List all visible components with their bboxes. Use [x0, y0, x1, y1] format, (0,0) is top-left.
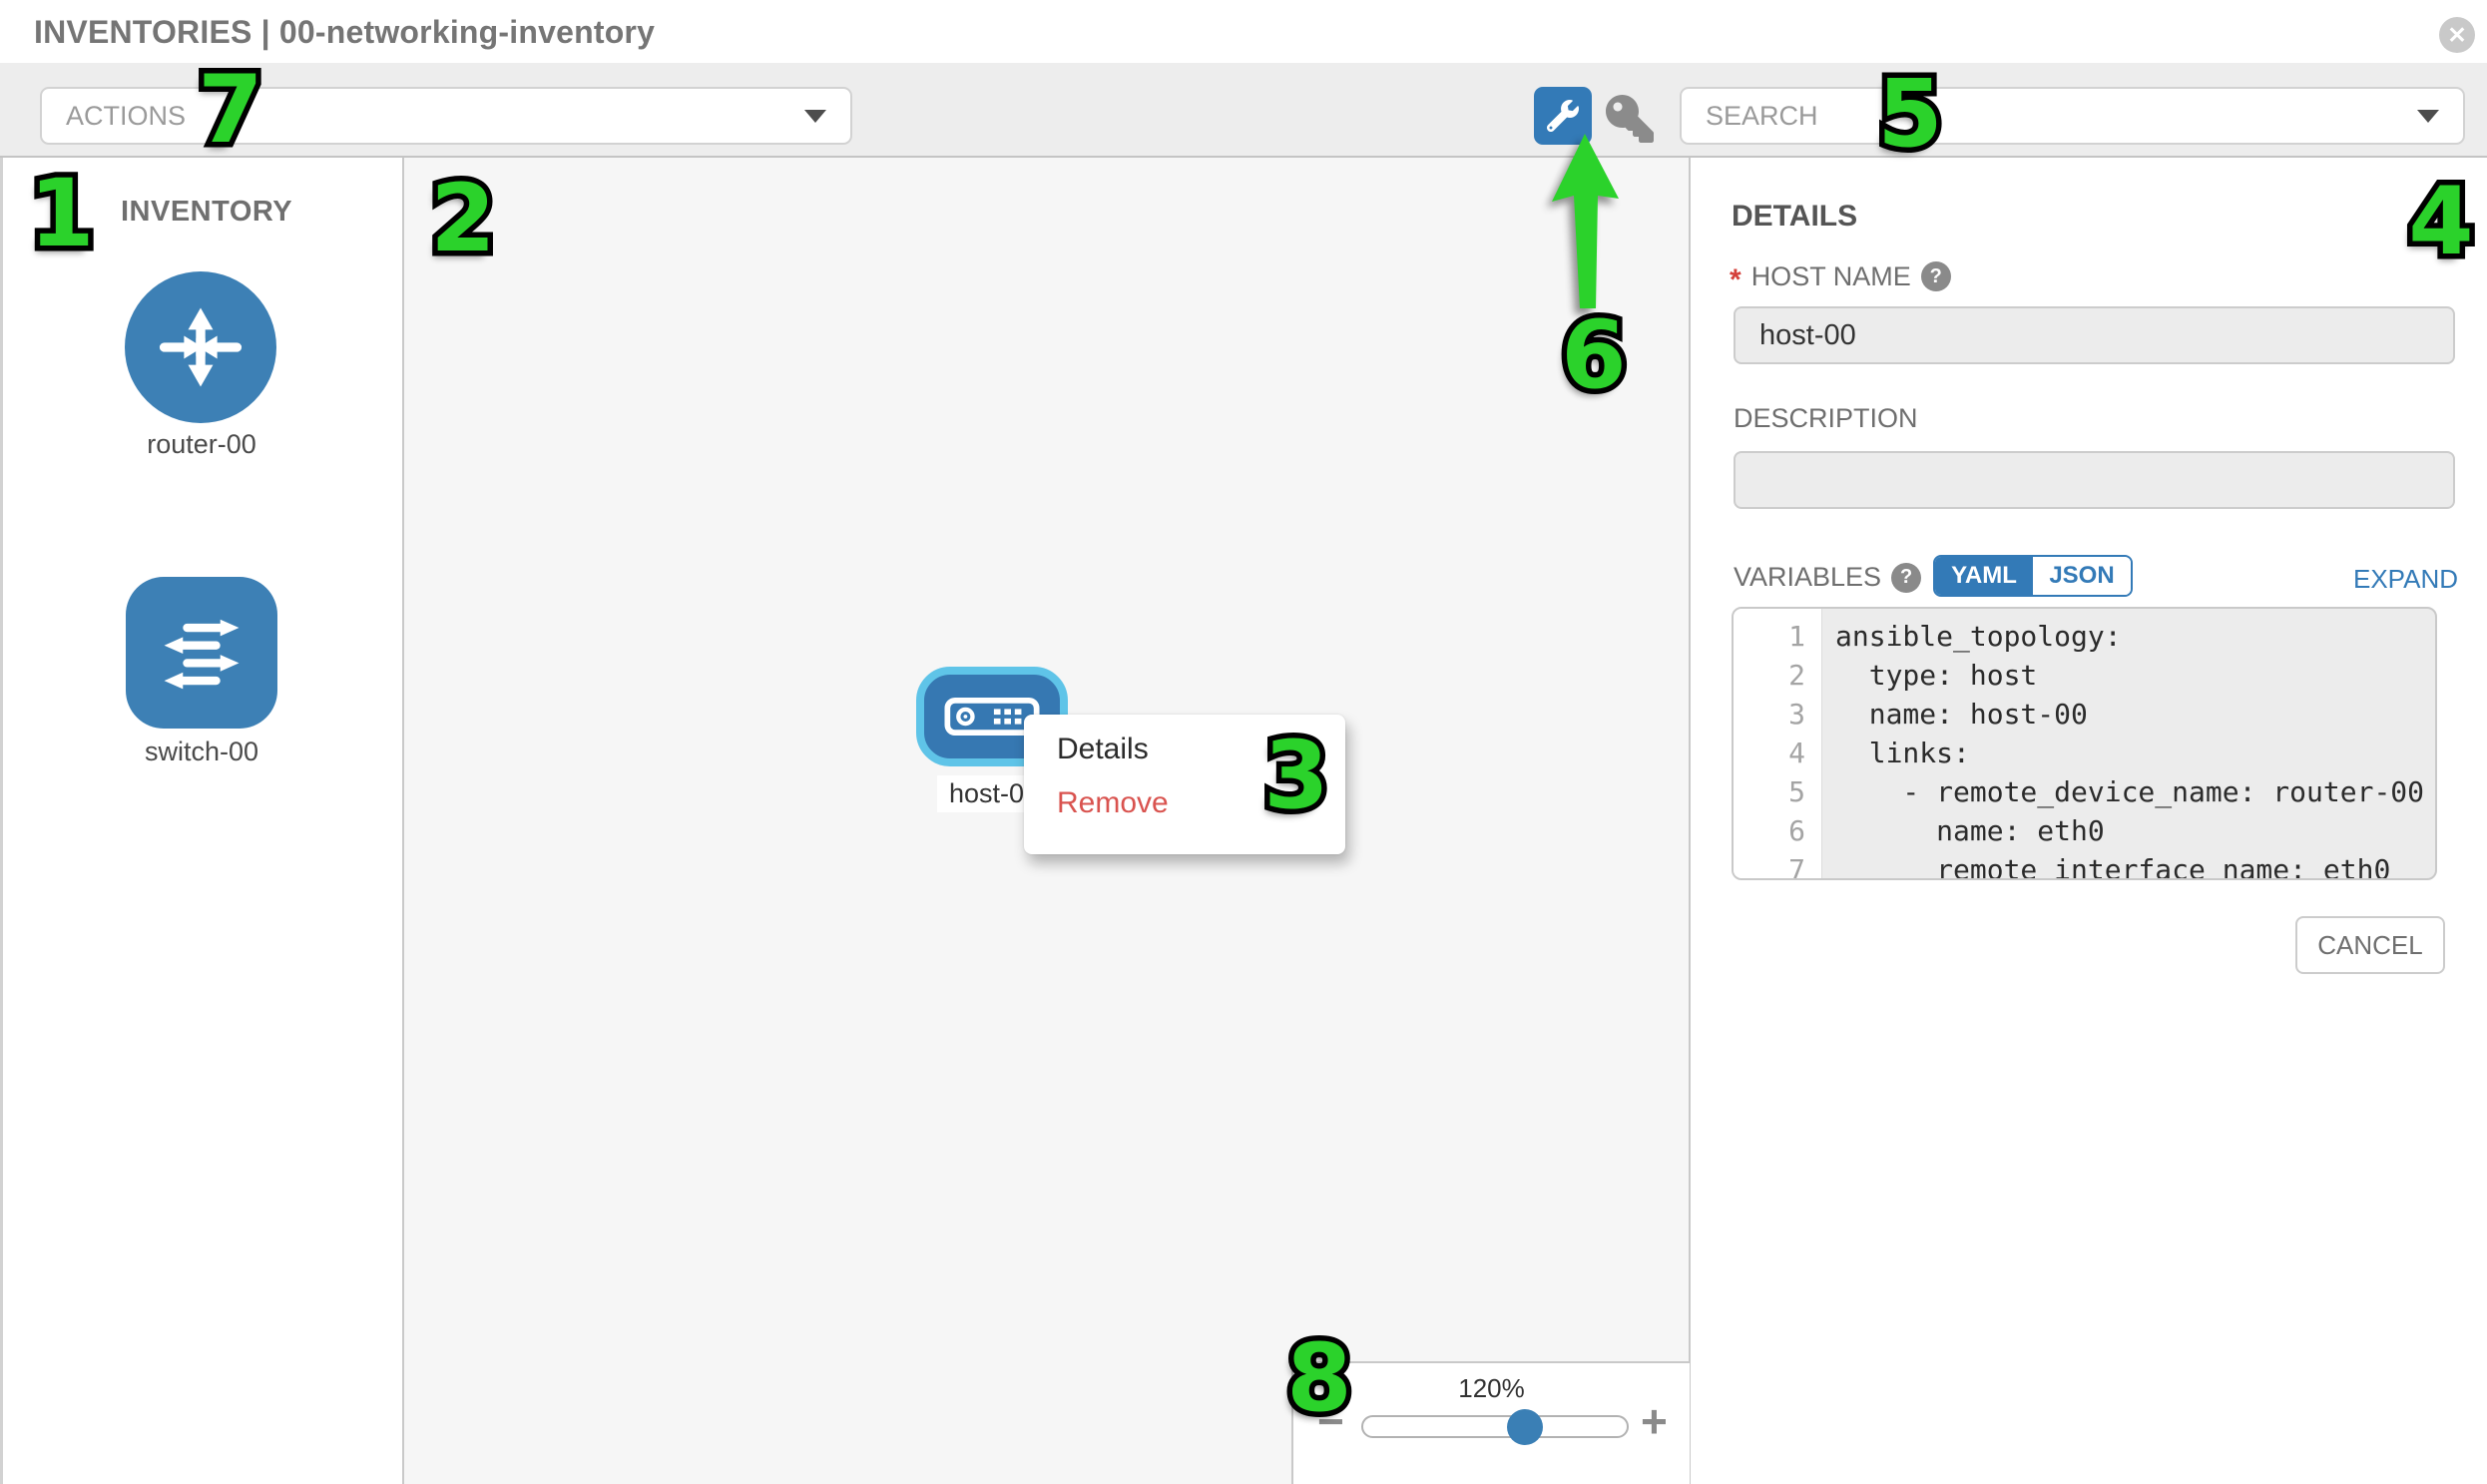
context-menu-item-details[interactable]: Details — [1057, 733, 1149, 766]
search-dropdown[interactable]: SEARCH — [1680, 87, 2465, 145]
cancel-button[interactable]: CANCEL — [2295, 916, 2445, 974]
credentials-key-button[interactable] — [1603, 92, 1657, 146]
code-line: 2 type: host — [1734, 656, 2435, 695]
close-icon[interactable]: ✕ — [2439, 17, 2475, 53]
host-name-label-row: * HOST NAME ? — [1730, 257, 1951, 295]
code-line: 6 name: eth0 — [1734, 811, 2435, 850]
palette-item-router[interactable] — [125, 271, 276, 423]
node-context-menu: Details Remove — [1024, 715, 1345, 854]
router-icon — [149, 295, 252, 399]
actions-dropdown-label: ACTIONS — [66, 101, 186, 132]
wrench-icon — [1547, 100, 1579, 132]
context-menu-item-remove[interactable]: Remove — [1057, 786, 1169, 820]
host-name-input[interactable] — [1734, 306, 2455, 364]
code-line: 5 - remote_device_name: router-00 — [1734, 772, 2435, 811]
sidebar-scroll-track — [0, 158, 3, 1484]
app-window: INVENTORIES | 00-networking-inventory ✕ … — [0, 0, 2487, 1484]
zoom-slider-thumb[interactable] — [1507, 1409, 1543, 1445]
toggle-yaml[interactable]: YAML — [1935, 557, 2033, 595]
sidebar-title: INVENTORY — [121, 196, 292, 229]
palette-item-label: switch-00 — [92, 737, 311, 767]
code-line: 1 ansible_topology: — [1734, 617, 2435, 656]
breadcrumb: INVENTORIES | 00-networking-inventory — [34, 14, 655, 51]
chevron-down-icon — [804, 110, 826, 123]
variables-label: VARIABLES — [1734, 562, 1881, 593]
palette-item-label: router-00 — [92, 429, 311, 460]
variables-label-row: VARIABLES ? — [1734, 562, 1921, 593]
configure-tool-button[interactable] — [1534, 87, 1592, 145]
help-icon[interactable]: ? — [1891, 563, 1921, 593]
description-label: DESCRIPTION — [1734, 403, 1918, 434]
zoom-control-panel: 120% − + — [1291, 1361, 1690, 1484]
search-dropdown-label: SEARCH — [1706, 101, 1818, 132]
chevron-down-icon — [2417, 110, 2439, 123]
code-line: 3 name: host-00 — [1734, 695, 2435, 734]
switch-icon — [150, 601, 253, 705]
code-line: 4 links: — [1734, 734, 2435, 772]
host-name-label: HOST NAME — [1751, 261, 1911, 292]
palette-item-switch[interactable] — [126, 577, 277, 729]
description-input[interactable] — [1734, 451, 2455, 509]
details-panel-title: DETAILS — [1732, 200, 1857, 234]
zoom-level-readout: 120% — [1293, 1373, 1690, 1404]
zoom-slider-track[interactable] — [1361, 1415, 1629, 1438]
required-marker: * — [1730, 265, 1741, 295]
code-line: 7 remote_interface_name: eth0 — [1734, 850, 2435, 880]
zoom-out-button[interactable]: − — [1317, 1401, 1344, 1441]
variables-format-toggle: YAML JSON — [1933, 555, 2133, 597]
editor-lines: 1 ansible_topology: 2 type: host 3 name:… — [1734, 617, 2435, 880]
zoom-in-button[interactable]: + — [1641, 1401, 1668, 1441]
actions-dropdown[interactable]: ACTIONS — [40, 87, 852, 145]
header-bar: INVENTORIES | 00-networking-inventory ✕ — [0, 0, 2487, 63]
expand-link[interactable]: EXPAND — [2353, 564, 2458, 595]
variables-code-editor[interactable]: 1 ansible_topology: 2 type: host 3 name:… — [1732, 607, 2437, 880]
toggle-json[interactable]: JSON — [2033, 557, 2131, 595]
key-icon — [1606, 95, 1654, 143]
help-icon[interactable]: ? — [1921, 261, 1951, 291]
